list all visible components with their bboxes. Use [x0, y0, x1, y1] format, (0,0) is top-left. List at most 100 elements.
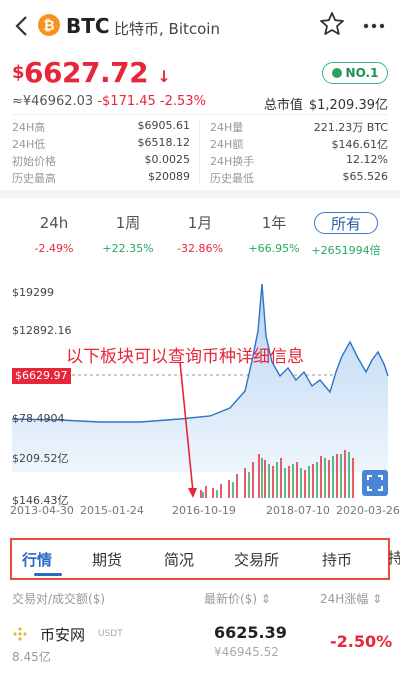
col-24h-change[interactable]: 24H涨幅 ⇕: [320, 590, 382, 607]
table-row[interactable]: 币安网 USDT 8.45亿 6625.39 ¥46945.52 -2.50%: [0, 620, 400, 666]
exchange-volume: 8.45亿: [12, 650, 51, 664]
period-1month[interactable]: 1月 -32.86%: [160, 212, 240, 255]
col-24h-change-label: 24H涨幅: [320, 592, 369, 606]
exchange-change: -2.50%: [330, 632, 393, 651]
stat-label: 历史最高: [12, 171, 56, 185]
stat-label: 24H高: [12, 120, 46, 134]
price-change: -$171.45: [97, 94, 156, 109]
rank-badge[interactable]: NO.1: [322, 62, 388, 84]
annotation-text: 以下板块可以查询币种详细信息: [66, 347, 304, 367]
star-icon[interactable]: [318, 10, 346, 38]
period-1week[interactable]: 1周 +22.35%: [88, 212, 168, 255]
stat-value: $146.61亿: [331, 137, 389, 151]
exchange-price-cny: ¥46945.52: [214, 645, 279, 659]
period-change: +66.95%: [248, 242, 300, 255]
tab-futures[interactable]: 期货: [92, 549, 122, 570]
market-cap-label: 总市值: [263, 98, 303, 113]
stats-row: 初始价格 $0.0025 24H换手 12.12%: [12, 152, 388, 169]
stat-value: $0.0025: [144, 152, 191, 166]
currency-symbol: $: [12, 62, 25, 83]
period-all[interactable]: 所有 +2651994倍: [306, 212, 386, 258]
x-axis-label: 2015-01-24: [80, 504, 144, 517]
price-chart[interactable]: [0, 276, 400, 522]
period-change: +22.35%: [102, 242, 154, 255]
stat-24h-low: 24H低 $6518.12: [12, 136, 190, 152]
table-row-partial: [0, 676, 400, 686]
binance-logo-icon: [13, 627, 27, 641]
period-change: -2.49%: [34, 242, 74, 255]
price-change-pct: -2.53%: [159, 94, 206, 109]
sort-icon: ⇕: [372, 592, 383, 606]
market-cap: 总市值 $1,209.39亿: [258, 94, 388, 113]
col-pair-volume[interactable]: 交易对/成交额($): [12, 590, 105, 607]
stats-divider: [199, 120, 200, 184]
stat-value: $6518.12: [137, 135, 191, 149]
price-value: 6627.72: [24, 56, 149, 89]
stat-label: 24H量: [210, 120, 244, 134]
exchange-pair: USDT: [98, 629, 123, 639]
period-selector: 24h -2.49% 1周 +22.35% 1月 -32.86% 1年 +66.…: [0, 212, 400, 266]
x-axis-label: 2018-07-10: [266, 504, 330, 517]
stat-value: 221.23万 BTC: [313, 120, 388, 134]
detail-tabs: 行情 期货 简况 交易所 持币: [10, 538, 390, 580]
y-axis-label-low: $78.4904: [12, 412, 65, 425]
stat-initial-price: 初始价格 $0.0025: [12, 153, 190, 169]
period-change: -32.86%: [177, 242, 223, 255]
rank-label: NO.1: [345, 66, 379, 80]
more-horizontal-icon[interactable]: [360, 14, 388, 38]
period-label: 所有: [314, 212, 378, 234]
tab-market[interactable]: 行情: [22, 549, 52, 570]
stat-value: $6905.61: [137, 118, 191, 132]
x-axis-label: 2020-03-26: [336, 504, 400, 517]
y-axis-label-mid: $12892.16: [12, 324, 72, 337]
chevron-left-icon[interactable]: [10, 12, 34, 40]
page-title: BTC: [66, 14, 110, 38]
market-cap-value: $1,209.39亿: [308, 98, 388, 113]
sort-icon: ⇕: [260, 592, 271, 606]
down-arrow-icon: ↓: [157, 67, 171, 86]
stat-value: 12.12%: [346, 152, 388, 166]
period-label: 24h: [39, 214, 69, 232]
stat-label: 初始价格: [12, 154, 56, 168]
market-table-header: 交易对/成交额($) 最新价($) ⇕ 24H涨幅 ⇕: [0, 590, 400, 606]
price-cny: ≈¥46962.03: [12, 94, 94, 109]
period-24h[interactable]: 24h -2.49%: [14, 212, 94, 255]
period-change: +2651994倍: [311, 244, 381, 257]
stat-24h-amount: 24H额 $146.61亿: [210, 136, 388, 152]
expand-icon[interactable]: [362, 470, 388, 496]
tab-holders[interactable]: 持币: [322, 549, 352, 570]
tab-overflow[interactable]: 持: [388, 547, 400, 569]
stat-all-time-high: 历史最高 $20089: [12, 170, 190, 186]
section-gap: [0, 190, 400, 198]
x-axis-label: 2013-04-30: [10, 504, 74, 517]
stat-24h-turnover: 24H换手 12.12%: [210, 153, 388, 169]
current-price: $6627.72 ↓: [12, 56, 171, 89]
tab-overview[interactable]: 简况: [164, 549, 194, 570]
price-subline: ≈¥46962.03 -$171.45 -2.53%: [12, 94, 206, 109]
tab-exchanges[interactable]: 交易所: [234, 549, 279, 570]
exchange-name: 币安网: [40, 626, 86, 644]
col-latest-price[interactable]: 最新价($) ⇕: [204, 590, 271, 607]
x-axis-label: 2016-10-19: [172, 504, 236, 517]
page-subtitle: 比特币, Bitcoin: [114, 20, 220, 38]
stat-label: 24H换手: [210, 154, 255, 168]
stat-label: 历史最低: [210, 171, 254, 185]
period-1year[interactable]: 1年 +66.95%: [234, 212, 314, 255]
stat-label: 24H低: [12, 137, 46, 151]
period-label: 1周: [115, 214, 141, 232]
divider: [12, 114, 388, 115]
current-price-tag: $6629.97: [12, 368, 71, 384]
top-bar: ₿ BTC 比特币, Bitcoin: [0, 0, 400, 52]
lightbulb-icon: [331, 68, 342, 78]
period-label: 1月: [187, 214, 213, 232]
stat-24h-volume: 24H量 221.23万 BTC: [210, 119, 388, 135]
active-tab-indicator: [34, 573, 62, 576]
volume-label-high: $209.52亿: [12, 452, 69, 465]
stats-row: 历史最高 $20089 历史最低 $65.526: [12, 169, 388, 186]
stats-row: 24H高 $6905.61 24H量 221.23万 BTC: [12, 118, 388, 135]
stats-grid: 24H高 $6905.61 24H量 221.23万 BTC 24H低 $6518.1…: [12, 118, 388, 186]
stat-value: $20089: [148, 169, 190, 183]
stat-label: 24H额: [210, 137, 244, 151]
col-latest-price-label: 最新价($): [204, 592, 257, 606]
annotation-arrow-head: [188, 488, 197, 498]
